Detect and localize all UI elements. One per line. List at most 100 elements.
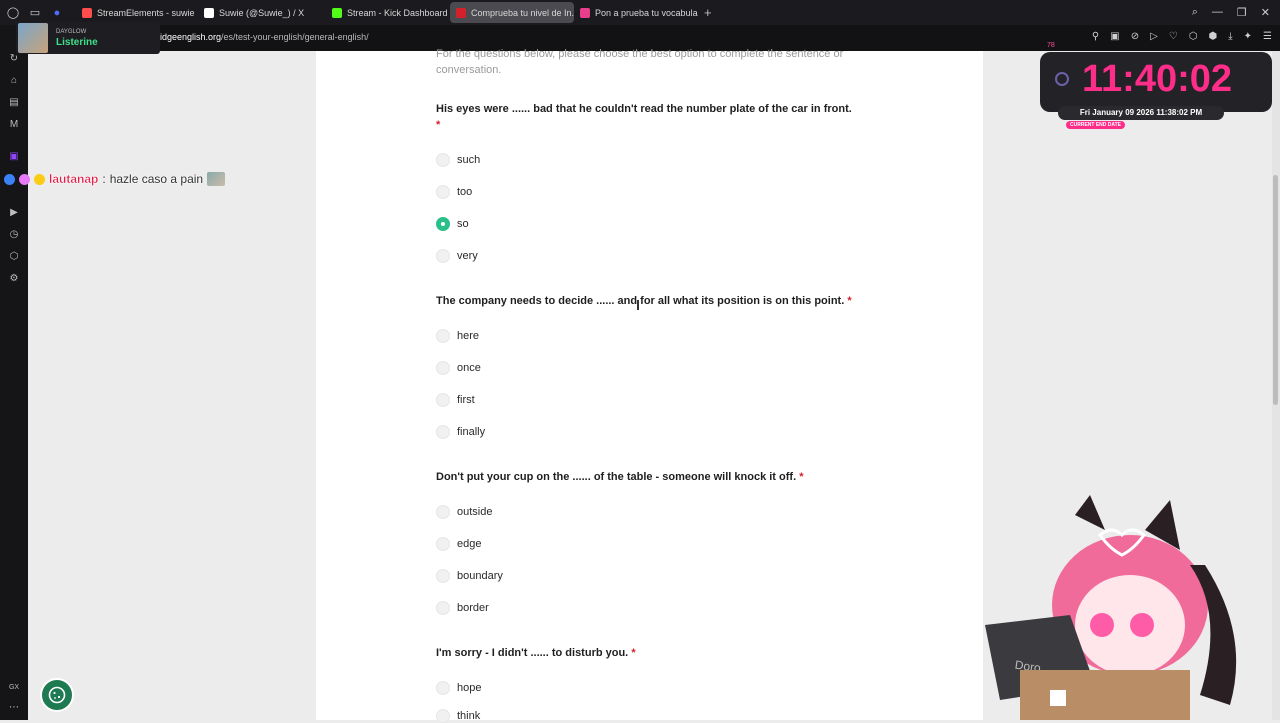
q3-option-boundary[interactable]: boundary (436, 569, 503, 583)
option-label: so (457, 218, 469, 230)
option-label: edge (457, 538, 482, 550)
radio-button[interactable] (436, 393, 450, 407)
q3-option-border[interactable]: border (436, 601, 489, 615)
workspace-icon[interactable]: ▭ (28, 6, 42, 20)
question-text: His eyes were ...... bad that he couldn'… (436, 103, 852, 115)
download-icon[interactable]: ⤓ (1228, 31, 1232, 42)
question-1: His eyes were ...... bad that he couldn'… (436, 101, 856, 133)
option-label: once (457, 362, 481, 374)
radio-button[interactable] (436, 601, 450, 615)
browser-tab-bar: ◯ ▭ ● StreamElements - suwie Suwie (@Suw… (0, 0, 1280, 25)
q1-option-too[interactable]: too (436, 185, 472, 199)
radio-button[interactable] (436, 153, 450, 167)
ai-icon[interactable]: ✦ (1244, 31, 1252, 42)
radio-button[interactable] (436, 361, 450, 375)
radio-button[interactable] (436, 569, 450, 583)
now-playing-overlay: DAYGLOW Listerine (16, 22, 160, 54)
song-title: Listerine (56, 36, 98, 48)
new-tab-plus-icon[interactable]: + (698, 5, 718, 20)
radio-button[interactable] (436, 329, 450, 343)
url-field[interactable]: idgeenglish.org/es/test-your-english/gen… (160, 32, 369, 42)
cookie-icon (48, 686, 66, 704)
sidebar-extensions-icon[interactable]: ⬡ (7, 249, 21, 263)
cambridge-favicon-icon (456, 7, 466, 18)
sidebar-twitch-icon[interactable]: ▣ (7, 149, 21, 163)
radio-button-selected[interactable] (436, 217, 450, 231)
tab-label: Stream - Kick Dashboard (347, 7, 448, 18)
search-icon[interactable]: ⌕ (1192, 6, 1198, 19)
tab-vocabulario[interactable]: Pon a prueba tu vocabulario... (574, 2, 698, 23)
browser-sidebar: ↻ ⌂ ▤ M ▣ ▶ ◷ ⬡ ⚙ GX ⋯ (0, 25, 28, 720)
radio-button[interactable] (436, 249, 450, 263)
page-left-gutter (28, 51, 316, 720)
chat-username: lautanap (49, 172, 99, 186)
snapshot-icon[interactable]: ▣ (1110, 31, 1119, 42)
radio-button[interactable] (436, 185, 450, 199)
chat-message-text: hazle caso a pain (109, 172, 204, 186)
q3-option-edge[interactable]: edge (436, 537, 481, 551)
url-domain: idgeenglish.org (160, 32, 222, 42)
play-icon[interactable]: ▷ (1150, 31, 1158, 42)
restore-icon[interactable]: ❐ (1237, 6, 1247, 19)
sidebar-player-icon[interactable]: ▶ (7, 205, 21, 219)
minimize-icon[interactable]: — (1212, 6, 1223, 19)
sidebar-bag-icon[interactable]: ⌂ (7, 73, 21, 87)
sidebar-gx-icon[interactable]: GX (7, 680, 21, 694)
adblock-icon[interactable]: ⊘ (1131, 31, 1139, 42)
q2-option-here[interactable]: here (436, 329, 479, 343)
sidebar-settings-icon[interactable]: ⚙ (7, 271, 21, 285)
vpn-icon[interactable]: ⬢ (1208, 31, 1217, 42)
sidebar-wallet-icon[interactable]: ▤ (7, 95, 21, 109)
text-cursor (637, 300, 639, 310)
radio-button[interactable] (436, 681, 450, 695)
radio-button[interactable] (436, 425, 450, 439)
option-label: finally (457, 426, 486, 438)
question-text: I'm sorry - I didn't ...... to disturb y… (436, 647, 629, 659)
chat-badge-icon (4, 173, 15, 185)
clock-counter: 78 (1047, 42, 1055, 49)
tab-kick-dashboard[interactable]: Stream - Kick Dashboard (326, 2, 450, 23)
streamelements-favicon-icon (82, 7, 92, 18)
clock-date: Fri January 09 2026 11:38:02 PM (1058, 106, 1224, 120)
option-label: outside (457, 506, 493, 518)
sidebar-more-icon[interactable]: ⋯ (7, 700, 21, 714)
tab-x-suwie[interactable]: Suwie (@Suwie_) / X (198, 2, 326, 23)
q1-option-very[interactable]: very (436, 249, 478, 263)
scrollbar-thumb[interactable] (1273, 175, 1278, 405)
radio-button[interactable] (436, 505, 450, 519)
radio-button[interactable] (436, 709, 450, 723)
chat-separator: : (102, 172, 106, 186)
q1-option-such[interactable]: such (436, 153, 480, 167)
tab-label: Suwie (@Suwie_) / X (219, 7, 305, 18)
pin-icon[interactable]: ⚲ (1092, 31, 1099, 42)
radio-button[interactable] (436, 537, 450, 551)
option-label: boundary (457, 570, 503, 582)
question-text: Don't put your cup on the ...... of the … (436, 471, 797, 483)
q2-option-first[interactable]: first (436, 393, 475, 407)
clock-tag: CURRENT END DATE (1066, 121, 1126, 129)
menu-icon[interactable]: ☰ (1263, 31, 1272, 42)
sidebar-mail-icon[interactable]: M (7, 117, 21, 131)
q2-option-once[interactable]: once (436, 361, 481, 375)
extensions-icon[interactable]: ⬡ (1189, 31, 1198, 42)
heart-icon[interactable]: ♡ (1169, 31, 1178, 42)
q2-option-finally[interactable]: finally (436, 425, 485, 439)
tab-streamelements[interactable]: StreamElements - suwie (76, 2, 198, 23)
tab-cambridge-test[interactable]: Comprueba tu nivel de In... (450, 2, 574, 23)
cookie-settings-button[interactable] (40, 678, 74, 712)
opera-logo-icon[interactable]: ◯ (6, 6, 20, 20)
option-label: think (457, 710, 481, 722)
profile-icon[interactable]: ● (50, 6, 64, 20)
q4-option-think[interactable]: think (436, 709, 480, 723)
address-bar-icons: ⚲ ▣ ⊘ ▷ ♡ ⬡ ⬢ ⤓ ✦ ☰ (1092, 31, 1272, 42)
chat-badge-icon (19, 173, 30, 185)
q4-option-hope[interactable]: hope (436, 681, 481, 695)
sidebar-clock-icon[interactable]: ◷ (7, 227, 21, 241)
close-icon[interactable]: ✕ (1261, 6, 1270, 19)
chat-message-overlay: lautanap : hazle caso a pain (4, 172, 226, 186)
vtuber-avatar-image: Doro (985, 495, 1237, 720)
question-2: The company needs to decide ...... and f… (436, 293, 876, 309)
url-path: /es/test-your-english/general-english/ (221, 32, 369, 42)
q3-option-outside[interactable]: outside (436, 505, 492, 519)
q1-option-so[interactable]: so (436, 217, 469, 231)
